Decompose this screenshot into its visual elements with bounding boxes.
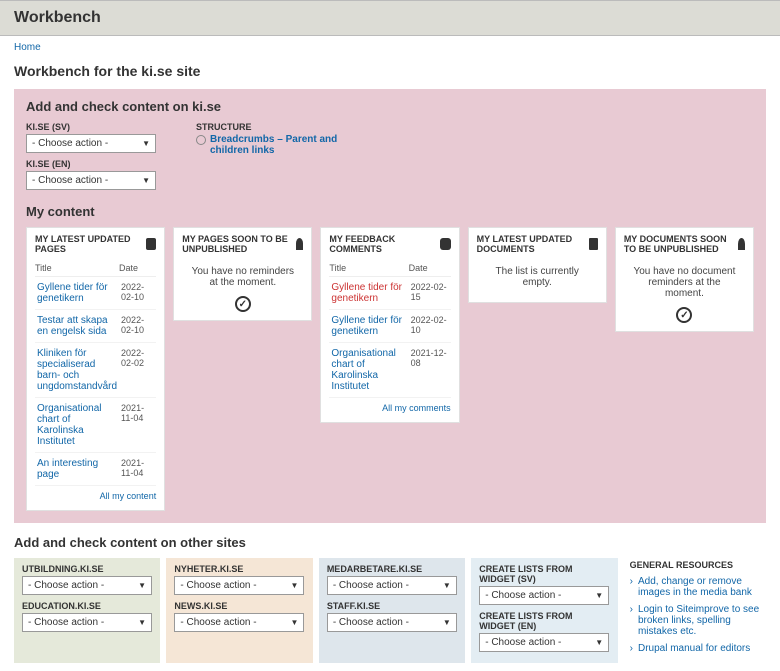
kise-selectors: KI.SE (SV) - Choose action -▼ KI.SE (EN)… xyxy=(26,122,176,190)
cards-row: MY LATEST UPDATED PAGES TitleDate Gyllen… xyxy=(26,227,754,511)
chevron-down-icon: ▼ xyxy=(290,581,298,590)
structure-label: STRUCTURE xyxy=(196,122,366,132)
utbildning-select[interactable]: - Choose action -▼ xyxy=(22,576,152,595)
card-unpub-docs: MY DOCUMENTS SOON TO BE UNPUBLISHED You … xyxy=(615,227,754,332)
page-title: Workbench for the ki.se site xyxy=(0,59,780,89)
kise-sv-select[interactable]: - Choose action -▼ xyxy=(26,134,156,153)
card-unpub-pages: MY PAGES SOON TO BE UNPUBLISHED You have… xyxy=(173,227,312,321)
widget-sv-select[interactable]: - Choose action -▼ xyxy=(479,586,609,605)
chevron-down-icon: ▼ xyxy=(443,618,451,627)
col-widget: CREATE LISTS FROM WIDGET (SV) - Choose a… xyxy=(471,558,617,663)
chevron-right-icon: › xyxy=(630,643,633,655)
nyheter-select[interactable]: - Choose action -▼ xyxy=(174,576,304,595)
chevron-right-icon: › xyxy=(630,604,633,637)
all-comments-link[interactable]: All my comments xyxy=(382,403,451,413)
kise-en-label: KI.SE (EN) xyxy=(26,159,176,169)
table-row: Gyllene tider för genetikern2022-02-10 xyxy=(329,310,450,343)
resources-col: GENERAL RESOURCES ›Add, change or remove… xyxy=(624,558,766,663)
card-feedback: MY FEEDBACK COMMENTS TitleDate Gyllene t… xyxy=(320,227,459,423)
bullet-icon xyxy=(196,135,206,145)
table-row: Gyllene tider för genetikern2022-02-15 xyxy=(329,277,450,310)
my-content-title: My content xyxy=(26,204,754,219)
chat-icon xyxy=(440,238,451,250)
news-select[interactable]: - Choose action -▼ xyxy=(174,613,304,632)
table-row: Kliniken för specialiserad barn- och ung… xyxy=(35,343,156,398)
staff-select[interactable]: - Choose action -▼ xyxy=(327,613,457,632)
chevron-down-icon: ▼ xyxy=(595,638,603,647)
header-bar: Workbench xyxy=(0,0,780,36)
kise-sv-label: KI.SE (SV) xyxy=(26,122,176,132)
col-medarbetare: MEDARBETARE.KI.SE - Choose action -▼ STA… xyxy=(319,558,465,663)
check-circle-icon: ✓ xyxy=(676,307,692,323)
check-circle-icon: ✓ xyxy=(235,296,251,312)
structure-col: STRUCTURE Breadcrumbs – Parent and child… xyxy=(196,122,366,190)
app-title: Workbench xyxy=(14,9,766,27)
table-row: Testar att skapa en engelsk sida2022-02-… xyxy=(35,310,156,343)
table-row: An interesting page2021-11-04 xyxy=(35,453,156,486)
col-nyheter: NYHETER.KI.SE - Choose action -▼ NEWS.KI… xyxy=(166,558,312,663)
chevron-down-icon: ▼ xyxy=(142,176,150,185)
table-row: Organisational chart of Karolinska Insti… xyxy=(329,343,450,398)
chevron-down-icon: ▼ xyxy=(138,581,146,590)
kise-en-select[interactable]: - Choose action -▼ xyxy=(26,171,156,190)
widget-en-select[interactable]: - Choose action -▼ xyxy=(479,633,609,652)
clipboard-icon xyxy=(146,238,156,250)
medarbetare-select[interactable]: - Choose action -▼ xyxy=(327,576,457,595)
breadcrumb-home[interactable]: Home xyxy=(14,42,41,53)
resource-link[interactable]: Add, change or remove images in the medi… xyxy=(638,576,760,598)
table-row: Organisational chart of Karolinska Insti… xyxy=(35,398,156,453)
add-check-panel: Add and check content on ki.se KI.SE (SV… xyxy=(14,89,766,523)
resource-link[interactable]: Login to Siteimprove to see broken links… xyxy=(638,604,760,637)
other-sites-section: Add and check content on other sites UTB… xyxy=(14,535,766,663)
col-utbildning: UTBILDNING.KI.SE - Choose action -▼ EDUC… xyxy=(14,558,160,663)
breadcrumb: Home xyxy=(0,36,780,59)
chevron-down-icon: ▼ xyxy=(290,618,298,627)
other-sites-title: Add and check content on other sites xyxy=(14,535,766,550)
chevron-down-icon: ▼ xyxy=(443,581,451,590)
card-latest-docs: MY LATEST UPDATED DOCUMENTS The list is … xyxy=(468,227,607,303)
chevron-down-icon: ▼ xyxy=(138,618,146,627)
chevron-down-icon: ▼ xyxy=(595,591,603,600)
latest-pages-table: TitleDate Gyllene tider för genetikern20… xyxy=(35,260,156,486)
table-row: Gyllene tider för genetikern2022-02-10 xyxy=(35,277,156,310)
add-check-title: Add and check content on ki.se xyxy=(26,99,754,114)
breadcrumbs-link[interactable]: Breadcrumbs – Parent and children links xyxy=(210,134,366,156)
all-my-content-link[interactable]: All my content xyxy=(100,491,157,501)
resource-link[interactable]: Drupal manual for editors xyxy=(638,643,750,655)
education-select[interactable]: - Choose action -▼ xyxy=(22,613,152,632)
chevron-right-icon: › xyxy=(630,576,633,598)
bell-icon xyxy=(296,238,304,250)
document-icon xyxy=(589,238,598,250)
feedback-table: TitleDate Gyllene tider för genetikern20… xyxy=(329,260,450,398)
card-latest-pages: MY LATEST UPDATED PAGES TitleDate Gyllen… xyxy=(26,227,165,511)
chevron-down-icon: ▼ xyxy=(142,139,150,148)
bell-icon xyxy=(738,238,745,250)
